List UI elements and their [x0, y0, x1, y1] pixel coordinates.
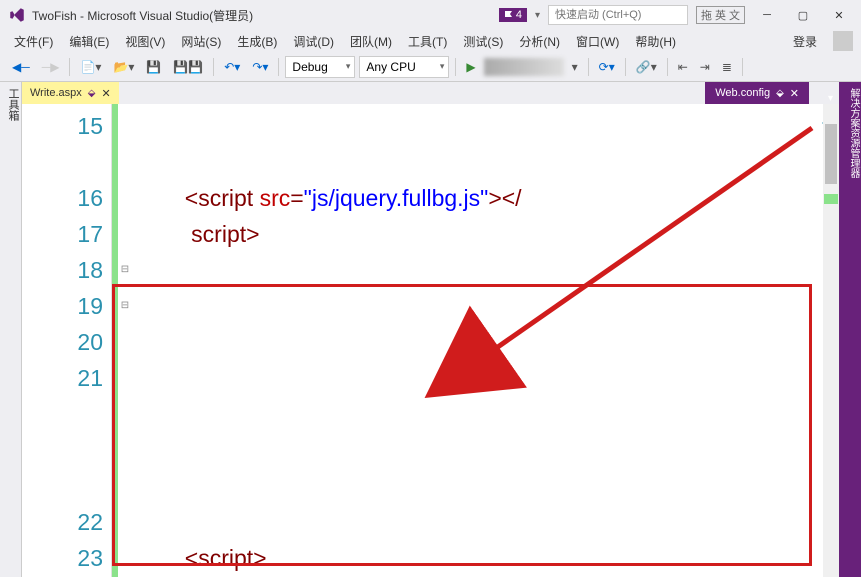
- solution-explorer-tab[interactable]: 解决方案资源管理器: [846, 88, 861, 577]
- menu-edit[interactable]: 编辑(E): [63, 31, 115, 52]
- menu-team[interactable]: 团队(M): [344, 31, 398, 52]
- user-avatar-icon[interactable]: [833, 31, 853, 51]
- line-number-gutter: 15 16 17 18 19 20 21 22 23: [22, 104, 112, 577]
- code-editor[interactable]: 15 16 17 18 19 20 21 22 23 ⊟ ⊟ <script: [22, 104, 839, 577]
- tab-write-aspx[interactable]: Write.aspx ⬙ ✕: [22, 82, 119, 104]
- browser-link-button[interactable]: 🔗▾: [632, 58, 661, 76]
- save-button[interactable]: 💾: [142, 58, 165, 76]
- nav-back-button[interactable]: ◀─: [8, 58, 34, 76]
- menu-website[interactable]: 网站(S): [175, 31, 227, 52]
- redo-button[interactable]: ↷▾: [248, 58, 272, 76]
- tab-label: Write.aspx: [30, 87, 82, 99]
- menu-test[interactable]: 测试(S): [457, 31, 509, 52]
- code-body[interactable]: <script src="js/jquery.fullbg.js"></ scr…: [132, 104, 839, 577]
- quick-launch-input[interactable]: [548, 5, 688, 25]
- save-all-button[interactable]: 💾💾: [169, 58, 207, 76]
- close-button[interactable]: ✕: [825, 5, 853, 25]
- menu-view[interactable]: 视图(V): [119, 31, 171, 52]
- open-button[interactable]: 📂▾: [109, 58, 138, 76]
- editor: Write.aspx ⬙ ✕ Web.config ⬙ ✕ ▾ 15 16 17…: [22, 82, 839, 577]
- maximize-button[interactable]: ▢: [789, 5, 817, 25]
- dropdown-icon[interactable]: ▾: [568, 58, 582, 76]
- tab-web-config[interactable]: Web.config ⬙ ✕: [705, 82, 809, 104]
- ime-indicator[interactable]: 拖 英 文: [696, 6, 745, 24]
- comment-button[interactable]: ≣: [718, 58, 736, 76]
- new-project-button[interactable]: 📄▾: [76, 58, 105, 76]
- platform-combo[interactable]: Any CPU: [359, 56, 449, 78]
- menu-analyze[interactable]: 分析(N): [513, 31, 566, 52]
- notification-flag[interactable]: 4: [499, 8, 527, 22]
- right-tool-well: 解决方案资源管理器 团队资源管理器 属性: [839, 82, 861, 577]
- login-link[interactable]: 登录: [787, 31, 823, 52]
- tab-overflow-icon[interactable]: ▾: [828, 93, 833, 104]
- scrollbar-thumb[interactable]: [825, 124, 837, 184]
- menu-file[interactable]: 文件(F): [8, 31, 59, 52]
- tab-label: Web.config: [715, 87, 770, 99]
- document-tabs: Write.aspx ⬙ ✕ Web.config ⬙ ✕ ▾: [22, 82, 839, 104]
- pin-icon[interactable]: ⬙: [776, 88, 784, 99]
- indent-in-button[interactable]: ⇥: [696, 58, 714, 76]
- menu-window[interactable]: 窗口(W): [570, 31, 625, 52]
- undo-button[interactable]: ↶▾: [220, 58, 244, 76]
- refresh-button[interactable]: ⟳▾: [595, 58, 619, 76]
- fold-column[interactable]: ⊟ ⊟: [118, 104, 132, 577]
- pin-icon[interactable]: ⬙: [88, 88, 96, 99]
- notification-count: 4: [516, 9, 522, 21]
- window-title: TwoFish - Microsoft Visual Studio(管理员): [32, 7, 499, 24]
- toolbox-tab[interactable]: 工具箱: [0, 82, 22, 577]
- minimize-button[interactable]: ─: [753, 5, 781, 25]
- menu-tools[interactable]: 工具(T): [402, 31, 453, 52]
- menu-help[interactable]: 帮助(H): [629, 31, 682, 52]
- nav-fwd-button[interactable]: ─▶: [38, 58, 64, 76]
- main-area: 工具箱 Write.aspx ⬙ ✕ Web.config ⬙ ✕ ▾ 15 1…: [0, 82, 861, 577]
- down-icon[interactable]: ▾: [535, 10, 540, 21]
- change-marker: [824, 194, 838, 204]
- indent-out-button[interactable]: ⇤: [674, 58, 692, 76]
- title-bar: TwoFish - Microsoft Visual Studio(管理员) 4…: [0, 0, 861, 30]
- tab-close-icon[interactable]: ✕: [101, 87, 110, 100]
- menu-bar: 文件(F) 编辑(E) 视图(V) 网站(S) 生成(B) 调试(D) 团队(M…: [0, 30, 861, 52]
- config-combo[interactable]: Debug: [285, 56, 355, 78]
- tab-close-icon[interactable]: ✕: [790, 87, 799, 100]
- menu-build[interactable]: 生成(B): [231, 31, 283, 52]
- start-debug-button[interactable]: ▶: [462, 58, 479, 76]
- vertical-scrollbar[interactable]: [823, 104, 839, 577]
- browser-combo[interactable]: [484, 58, 564, 76]
- vs-logo-icon: [8, 6, 26, 24]
- toolbar: ◀─ ─▶ 📄▾ 📂▾ 💾 💾💾 ↶▾ ↷▾ Debug Any CPU ▶ ▾…: [0, 52, 861, 82]
- menu-debug[interactable]: 调试(D): [287, 31, 340, 52]
